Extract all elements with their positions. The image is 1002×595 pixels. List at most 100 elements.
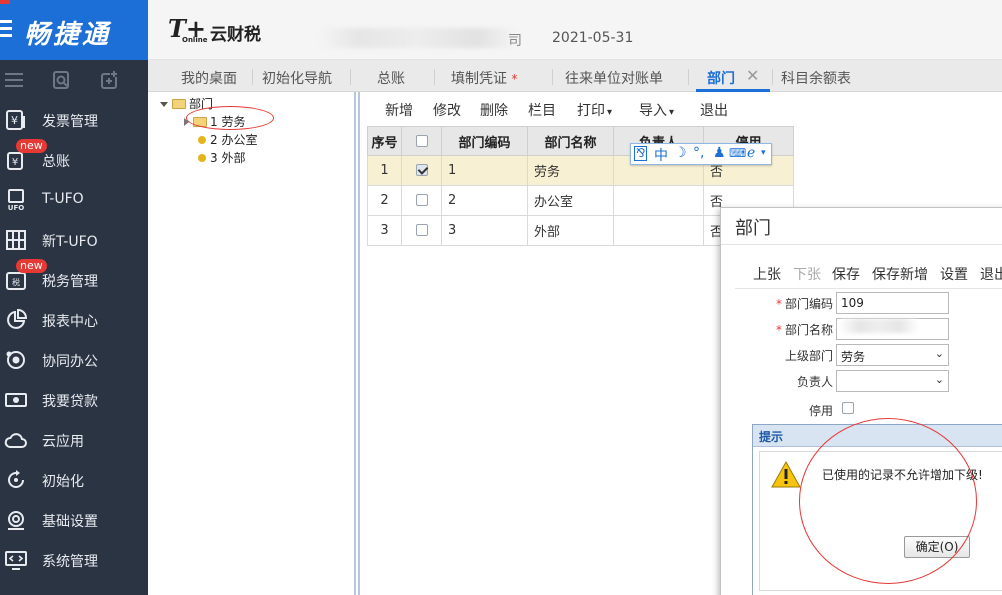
next-record-button[interactable]: 下张 [793, 264, 821, 284]
cell-name: 劳务 [527, 155, 614, 186]
keyboard-icon[interactable]: ⌨ [729, 146, 746, 160]
brand-name: 畅捷通 [24, 20, 112, 50]
ime-toolbar[interactable]: ⅋ 中 ☽ °, ♟ ⌨ ℯ ▾ [630, 143, 772, 165]
sidebar-item-label: 系统管理 [42, 554, 98, 570]
col-code[interactable]: 部门编码 [441, 126, 528, 156]
prev-record-button[interactable]: 上张 [753, 264, 781, 284]
sidebar-item-new-tufo[interactable]: 新T-UFO [0, 220, 148, 260]
chevron-down-icon: ⌄ [934, 347, 944, 360]
tab-close-icon[interactable]: ✕ [746, 66, 759, 85]
add-button[interactable]: 新增 [385, 100, 413, 120]
row-checkbox[interactable] [415, 224, 428, 236]
department-code-input[interactable] [836, 292, 949, 314]
ime-mode[interactable]: 中 [654, 145, 668, 165]
sidebar-item-settings[interactable]: 基础设置 [0, 500, 148, 540]
dialog-exit-button[interactable]: 退出 [980, 264, 1002, 284]
cell-name: 办公室 [527, 185, 614, 216]
tab-my-desktop[interactable]: 我的桌面 [181, 68, 237, 88]
required-mark: * [775, 297, 782, 311]
disabled-label: 停用 [808, 404, 833, 418]
department-tree: 部门 1 劳务 2 办公室 3 外部 [148, 92, 356, 595]
import-dropdown[interactable]: 导入 ▾ [639, 100, 674, 120]
warning-icon [771, 460, 801, 488]
cell-select[interactable] [401, 185, 442, 216]
browser-icon[interactable]: ℯ [747, 145, 755, 161]
tree-node-external[interactable]: 3 外部 [198, 149, 245, 166]
row-checkbox[interactable] [415, 164, 428, 176]
cell-select[interactable] [401, 155, 442, 186]
svg-text:¥: ¥ [11, 114, 18, 127]
edit-button[interactable]: 修改 [433, 100, 461, 120]
sidebar-item-label: 协同办公 [42, 354, 98, 370]
cell-manager [613, 215, 704, 246]
user-icon[interactable]: ♟ [713, 145, 726, 161]
tab-statement[interactable]: 往来单位对账单 [565, 68, 663, 88]
disabled-checkbox[interactable] [842, 402, 854, 414]
search-page-icon[interactable] [52, 70, 72, 90]
cell-seq: 2 [367, 185, 402, 216]
logo-online: Online [182, 36, 208, 44]
cell-select[interactable] [401, 215, 442, 246]
list-menu-icon[interactable] [4, 70, 24, 90]
moon-icon[interactable]: ☽ [674, 145, 687, 161]
svg-text:¥: ¥ [12, 157, 18, 168]
import-label: 导入 [639, 103, 667, 119]
select-all-checkbox[interactable] [415, 134, 428, 147]
settings-icon [4, 508, 28, 532]
tab-general-ledger[interactable]: 总账 [377, 68, 405, 88]
sidebar-item-loan[interactable]: 我要贷款 [0, 380, 148, 420]
columns-button[interactable]: 栏目 [528, 100, 556, 120]
col-select-all[interactable] [401, 126, 442, 156]
save-button[interactable]: 保存 [832, 264, 860, 284]
expand-icon[interactable] [160, 102, 168, 107]
chevron-down-icon[interactable]: ▾ [761, 148, 766, 158]
sidebar-item-system[interactable]: 系统管理 [0, 540, 148, 580]
add-window-icon[interactable] [100, 70, 120, 90]
row-checkbox[interactable] [415, 194, 428, 206]
company-suffix: 司 [508, 33, 522, 49]
system-icon [4, 548, 28, 572]
col-name[interactable]: 部门名称 [527, 126, 614, 156]
sidebar-item-init[interactable]: 初始化 [0, 460, 148, 500]
tab-department[interactable]: 部门 [707, 68, 735, 88]
brand-bar: 畅捷通 [0, 0, 148, 60]
sidebar: 畅捷通 ¥ 发票管理 ¥ new 总账 UFO T-UFO 新T-UFO 税 n… [0, 0, 148, 595]
ime-punctuation[interactable]: °, [693, 145, 704, 161]
sidebar-item-label: 发票管理 [42, 114, 98, 130]
svg-text:税: 税 [12, 277, 20, 287]
redacted-department-name [839, 319, 919, 333]
sidebar-item-cloud[interactable]: 云应用 [0, 420, 148, 460]
code-label: * 部门编码 [733, 295, 833, 312]
sidebar-item-collaboration[interactable]: 协同办公 [0, 340, 148, 380]
tab-account-balance[interactable]: 科目余额表 [781, 68, 851, 88]
required-mark: * [775, 323, 782, 337]
cell-code: 1 [441, 155, 528, 186]
delete-button[interactable]: 删除 [480, 100, 508, 120]
save-and-new-button[interactable]: 保存新增 [872, 264, 928, 284]
exit-button[interactable]: 退出 [700, 100, 728, 120]
tab-bar: 我的桌面 初始化导航 总账 填制凭证 * 往来单位对账单 部门 ✕ 科目余额表 [148, 60, 1002, 92]
cell-seq: 1 [367, 155, 402, 186]
tab-init-guide[interactable]: 初始化导航 [262, 68, 332, 88]
sidebar-item-tax[interactable]: 税 new 税务管理 [0, 259, 148, 300]
logo-text: 云财税 [210, 25, 261, 45]
manager-select[interactable]: ⌄ [836, 370, 949, 392]
sidebar-item-ledger[interactable]: ¥ new 总账 [0, 139, 148, 180]
cell-code: 3 [441, 215, 528, 246]
sidebar-item-report[interactable]: 报表中心 [0, 300, 148, 340]
ime-logo-icon[interactable]: ⅋ [634, 146, 648, 161]
sidebar-item-invoice[interactable]: ¥ 发票管理 [0, 100, 148, 140]
tab-voucher-entry[interactable]: 填制凭证 * [451, 68, 517, 88]
annotation-circle [799, 418, 977, 584]
loan-icon [4, 388, 28, 412]
hamburger-menu-icon[interactable] [0, 20, 12, 40]
print-dropdown[interactable]: 打印 ▾ [577, 100, 612, 120]
init-icon [4, 468, 28, 492]
parent-department-select[interactable]: 劳务 ⌄ [836, 344, 949, 366]
sidebar-tools [0, 62, 148, 98]
settings-button[interactable]: 设置 [940, 264, 968, 284]
sidebar-item-label: T-UFO [42, 191, 84, 207]
sidebar-item-label: 新T-UFO [42, 234, 98, 250]
tree-node-office[interactable]: 2 办公室 [198, 131, 257, 148]
sidebar-item-tufo[interactable]: UFO T-UFO [0, 180, 148, 220]
